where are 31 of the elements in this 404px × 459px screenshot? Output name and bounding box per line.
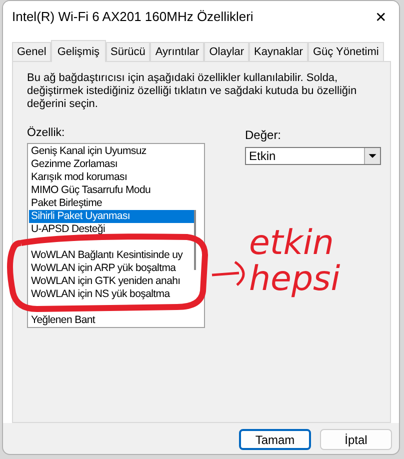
list-item[interactable]: WoWLAN için ARP yük boşaltma: [29, 262, 195, 275]
list-item[interactable]: Paket Birleştime: [29, 197, 195, 210]
scrollbar-thumb[interactable]: [194, 210, 196, 270]
dialog-button[interactable]: İptal: [320, 429, 392, 450]
value-dropdown[interactable]: Etkin: [245, 147, 381, 165]
list-item[interactable]: Gezinme Zorlaması: [29, 158, 195, 171]
property-list[interactable]: [27, 143, 205, 328]
dialog-button[interactable]: Tamam: [239, 429, 311, 450]
tab[interactable]: Genel: [12, 42, 52, 61]
tab[interactable]: Kaynaklar: [249, 42, 308, 61]
list-item[interactable]: WoWLAN Bağlantı Kesintisinde uy: [29, 249, 195, 262]
tab[interactable]: Olaylar: [204, 42, 250, 61]
window-title: Intel(R) Wi-Fi 6 AX201 160MHz Özellikleri: [12, 8, 254, 26]
list-item[interactable]: Geniş Kanal için Uyumsuz: [29, 145, 195, 158]
list-item[interactable]: WoWLAN için NS yük boşaltma: [29, 288, 195, 301]
tab[interactable]: Güç Yönetimi: [308, 42, 384, 61]
value-label: Değer:: [245, 127, 282, 144]
description: Bu ağ bağdaştırıcısı için aşağıdaki özellikler kullanılabilir. Solda, değiştirmek istediğiniz özelliği tıklatın ve sağdaki kutuda bu özelliğin değerini seçin.: [27, 72, 358, 111]
list-item[interactable]: Karışık mod koruması: [29, 171, 195, 184]
close-button[interactable]: ✕: [375, 6, 387, 28]
list-item[interactable]: Sihirli Paket Uyanması: [29, 210, 195, 223]
arrow-icon: [210, 260, 245, 286]
list-item[interactable]: MIMO Güç Tasarrufu Modu: [29, 184, 195, 197]
list-item[interactable]: WoWLAN için GTK yeniden anahı: [29, 275, 195, 288]
property-label: Özellik:: [27, 126, 66, 140]
handwritten-note: etkin hepsi: [249, 225, 340, 297]
tab[interactable]: Gelişmiş: [51, 40, 106, 62]
tab[interactable]: Ayrıntılar: [150, 42, 204, 61]
list-item[interactable]: U-APSD Desteği: [29, 223, 195, 236]
tab[interactable]: Sürücü: [106, 42, 150, 61]
list-item[interactable]: Yeğlenen Bant: [29, 314, 195, 327]
